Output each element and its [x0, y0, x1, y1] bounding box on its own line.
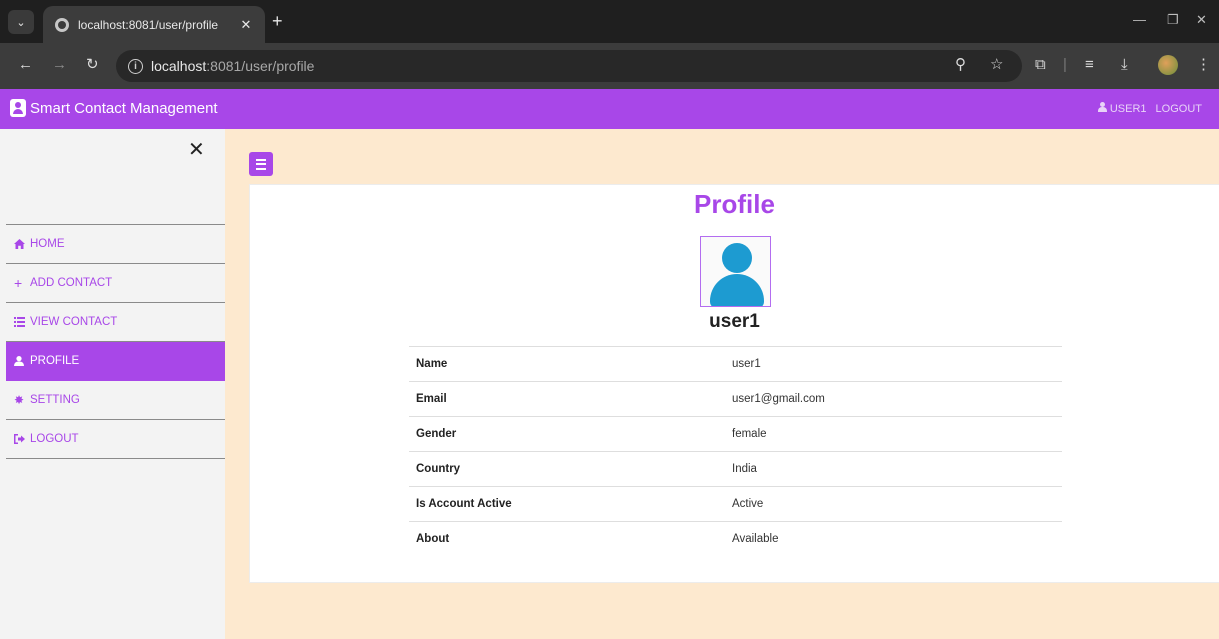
row-value: India [732, 463, 757, 475]
app-navbar: Smart Contact Management USER1 LOGOUT [0, 89, 1219, 129]
sidebar-item-label: PROFILE [30, 355, 80, 367]
forward-icon[interactable]: → [52, 57, 67, 73]
zoom-icon[interactable]: ⚲ [955, 57, 966, 73]
navbar-right: USER1 LOGOUT [1097, 102, 1202, 115]
profile-card: Profile user1 Name user1 Email user1@gma… [249, 184, 1219, 583]
sidebar-item-label: HOME [30, 238, 65, 250]
row-key: Gender [416, 428, 457, 440]
table-row: About Available [409, 521, 1062, 557]
menu-toggle-button[interactable] [249, 152, 273, 176]
sidebar-item-add-contact[interactable]: + ADD CONTACT [6, 264, 225, 303]
reload-icon[interactable]: ↻ [86, 57, 99, 73]
gear-icon: ✸ [14, 393, 25, 407]
extensions-icon[interactable]: ⧉ [1035, 57, 1046, 73]
nav-logout-link[interactable]: LOGOUT [1156, 103, 1202, 115]
row-key: Email [416, 393, 447, 405]
page-title: Profile [694, 189, 775, 219]
site-info-icon[interactable]: i [128, 58, 143, 74]
address-bar[interactable]: i localhost:8081/user/profile [116, 50, 1022, 82]
nav-user-link[interactable]: USER1 [1097, 102, 1147, 115]
sidebar-item-home[interactable]: HOME [6, 225, 225, 264]
back-icon[interactable]: ← [18, 57, 33, 73]
tab-close-icon[interactable]: ✕ [235, 17, 257, 33]
more-menu-icon[interactable]: ⋮ [1196, 57, 1211, 73]
row-value: user1 [732, 358, 761, 370]
row-key: Name [416, 358, 448, 370]
sidebar: ✕ HOME + ADD CONTACT VIEW CONTACT PROFIL… [0, 129, 225, 639]
list-icon [14, 317, 28, 327]
reading-list-icon[interactable]: ≡ [1085, 57, 1094, 73]
table-row: Email user1@gmail.com [409, 381, 1062, 417]
table-row: Country India [409, 451, 1062, 487]
sidebar-item-label: ADD CONTACT [30, 277, 113, 289]
browser-tabstrip: ⌄ localhost:8081/user/profile ✕ + — ❐ ✕ [0, 0, 1219, 43]
profile-username: user1 [709, 311, 760, 332]
brand[interactable]: Smart Contact Management [10, 99, 218, 117]
row-key: Is Account Active [416, 498, 512, 510]
row-value: Available [732, 533, 779, 546]
tab-title: localhost:8081/user/profile [78, 17, 219, 32]
table-row: Gender female [409, 416, 1062, 452]
minimize-icon[interactable]: — [1133, 12, 1146, 27]
profile-info-table: Name user1 Email user1@gmail.com Gender … [409, 346, 1062, 557]
table-row: Is Account Active Active [409, 486, 1062, 522]
row-value: user1@gmail.com [732, 393, 825, 405]
row-key: About [416, 533, 450, 546]
brand-name: Smart Contact Management [30, 99, 218, 117]
sidebar-item-logout[interactable]: LOGOUT [6, 420, 225, 459]
tab-search-button[interactable]: ⌄ [8, 10, 34, 34]
row-key: Country [416, 463, 461, 475]
profile-avatar-icon[interactable] [1158, 55, 1178, 75]
profile-avatar [700, 236, 771, 307]
contact-book-icon [10, 99, 26, 117]
sidebar-item-profile[interactable]: PROFILE [6, 342, 225, 381]
globe-icon [55, 17, 69, 32]
new-tab-button[interactable]: + [272, 12, 283, 30]
sidebar-item-view-contact[interactable]: VIEW CONTACT [6, 303, 225, 342]
home-icon [14, 239, 28, 249]
user-icon [14, 356, 28, 366]
user-icon [1097, 102, 1107, 112]
avatar-head [722, 243, 752, 273]
sidebar-item-label: LOGOUT [30, 433, 79, 445]
url-text: localhost:8081/user/profile [151, 58, 315, 74]
restore-icon[interactable]: ❐ [1167, 12, 1179, 28]
main-content: Profile user1 Name user1 Email user1@gma… [225, 129, 1219, 639]
browser-toolbar: ← → ↻ i localhost:8081/user/profile ⚲ ☆ … [0, 43, 1219, 89]
sidebar-item-setting[interactable]: ✸ SETTING [6, 381, 225, 420]
sign-out-icon [14, 434, 28, 444]
bookmark-star-icon[interactable]: ☆ [990, 57, 1003, 73]
sidebar-item-label: SETTING [30, 394, 80, 406]
browser-tab-active[interactable]: localhost:8081/user/profile ✕ [43, 6, 265, 43]
toolbar-divider: | [1063, 56, 1067, 73]
download-icon[interactable]: ⤓ [1121, 57, 1128, 73]
nav-user-label: USER1 [1109, 103, 1147, 115]
sidebar-item-label: VIEW CONTACT [30, 316, 118, 328]
avatar-body [710, 274, 764, 306]
close-window-icon[interactable]: ✕ [1196, 12, 1207, 28]
table-row: Name user1 [409, 346, 1062, 382]
plus-icon: + [14, 275, 23, 291]
row-value: female [732, 428, 767, 440]
close-icon[interactable]: ✕ [188, 140, 205, 160]
row-value: Active [732, 498, 764, 510]
